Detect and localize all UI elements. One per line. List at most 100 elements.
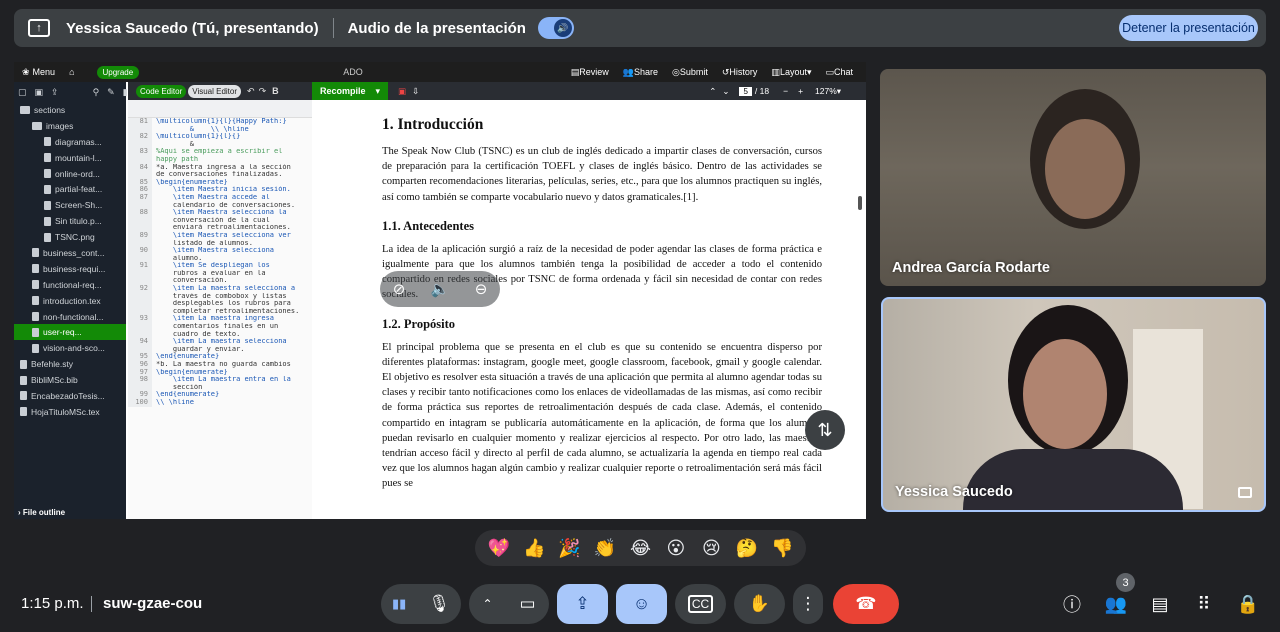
pdf-subsection-heading: 1.1. Antecedentes xyxy=(382,218,474,233)
file-tree-item[interactable]: online-ord... xyxy=(14,166,126,182)
chevron-down-icon[interactable]: ▾ xyxy=(376,86,381,97)
delete-icon[interactable]: ▮ xyxy=(123,87,128,98)
menu-button[interactable]: ❀ Menu xyxy=(22,67,55,78)
file-icon xyxy=(32,327,39,337)
chat-icon[interactable]: ▤ xyxy=(1147,591,1173,617)
review-icon: ▤ xyxy=(570,66,580,77)
zoom-level[interactable]: 127%▾ xyxy=(815,86,841,97)
file-tree-item[interactable]: business_cont... xyxy=(14,245,126,261)
reaction-emoji[interactable]: 😮 xyxy=(662,538,690,559)
pdf-preview[interactable]: 1. Introducción The Speak Now Club (TSNC… xyxy=(312,100,866,519)
search-icon[interactable]: ⚲ xyxy=(93,87,100,98)
review-button[interactable]: ▤ Review xyxy=(571,67,609,78)
scroll-sync-icon[interactable]: ⇅ xyxy=(805,410,845,450)
file-tree-item[interactable]: Sin titulo.p... xyxy=(14,213,126,229)
present-button[interactable]: ⇪ xyxy=(557,584,608,624)
page-number-input[interactable]: 5 xyxy=(739,86,752,96)
stop-presenting-button[interactable]: Detener la presentación xyxy=(1119,15,1258,41)
reaction-emoji[interactable]: 😂 xyxy=(626,538,654,559)
activities-icon[interactable]: ⠿ xyxy=(1191,591,1217,617)
next-page-icon[interactable]: ⌄ xyxy=(722,86,729,97)
file-outline-toggle[interactable]: › File outline xyxy=(18,508,65,517)
file-tree-item[interactable]: TSNC.png xyxy=(14,229,126,245)
download-pdf-icon[interactable]: ⇩ xyxy=(412,86,419,97)
file-tree-item[interactable]: Screen-Sh... xyxy=(14,197,126,213)
picture-in-picture-icon[interactable] xyxy=(1238,487,1252,498)
share-icon: 👥 xyxy=(622,66,634,77)
code-editor[interactable]: Code Editor Visual Editor ↶ ↷ B 81 \multi… xyxy=(128,82,312,519)
bold-icon[interactable]: B xyxy=(272,86,279,96)
project-name[interactable]: ADO xyxy=(343,67,363,77)
meeting-code[interactable]: suw-gzae-cou xyxy=(103,595,202,612)
file-tree-item[interactable]: functional-req... xyxy=(14,277,126,293)
chat-button[interactable]: ▭ Chat xyxy=(826,67,854,78)
home-icon[interactable]: ⌂ xyxy=(69,67,74,77)
file-tree-item[interactable]: vision-and-sco... xyxy=(14,340,126,356)
reaction-emoji[interactable]: 👍 xyxy=(520,538,548,559)
reaction-emoji[interactable]: 👏 xyxy=(591,538,619,559)
line-text: \multicolumn{1}{l}{Happy Path:} xyxy=(156,118,287,125)
upgrade-button[interactable]: Upgrade xyxy=(96,65,140,79)
edit-icon[interactable]: ✎ xyxy=(107,87,115,98)
undo-icon[interactable]: ↶ xyxy=(247,86,255,97)
file-tree-folder[interactable]: images xyxy=(14,118,126,134)
file-tree-item[interactable]: EncabezadoTesis... xyxy=(14,388,126,404)
more-options-button[interactable]: ⋮ xyxy=(793,584,823,624)
reaction-emoji[interactable]: 😢 xyxy=(697,538,725,559)
code-editor-tab[interactable]: Code Editor xyxy=(136,84,187,98)
file-tree-item[interactable]: Befehle.sty xyxy=(14,356,126,372)
file-tree-label: vision-and-sco... xyxy=(43,343,105,354)
chevron-up-icon[interactable]: ⌃ xyxy=(482,597,492,611)
file-tree-label: functional-req... xyxy=(43,279,102,290)
participant-tile[interactable]: Andrea García Rodarte xyxy=(880,69,1266,286)
pdf-scrollbar[interactable] xyxy=(858,196,862,210)
presentation-audio-toggle[interactable]: 🔊 xyxy=(537,17,574,39)
file-tree-item[interactable]: business-requi... xyxy=(14,261,126,277)
file-tree-label: BibliMSc.bib xyxy=(31,375,78,386)
submit-button[interactable]: ◎ Submit xyxy=(672,67,708,78)
file-icon xyxy=(44,153,51,163)
leave-call-button[interactable]: ☎ xyxy=(833,584,899,624)
reaction-emoji[interactable]: 👎 xyxy=(768,538,796,559)
microphone-icon[interactable]: 🎙 xyxy=(428,594,450,614)
file-tree-item[interactable]: partial-feat... xyxy=(14,181,126,197)
file-tree-item[interactable]: BibliMSc.bib xyxy=(14,372,126,388)
raise-hand-button[interactable]: ✋ xyxy=(734,584,785,624)
line-number: 91 xyxy=(128,262,152,270)
speaker-icon[interactable]: 🔈 xyxy=(431,280,450,298)
previous-page-icon[interactable]: ⌃ xyxy=(709,86,716,97)
zoom-in-icon[interactable]: + xyxy=(798,86,803,96)
error-log-icon[interactable]: ▣ xyxy=(398,86,406,97)
upload-icon[interactable]: ⇪ xyxy=(51,87,59,98)
reaction-emoji[interactable]: 🎉 xyxy=(556,538,584,559)
reaction-emoji[interactable]: 💖 xyxy=(485,538,513,559)
participant-tile[interactable]: Yessica Saucedo xyxy=(881,297,1266,512)
file-tree-item[interactable]: introduction.tex xyxy=(14,293,126,309)
mute-tab-audio-icon[interactable]: ⊘ xyxy=(393,280,406,298)
file-tree-folder[interactable]: sections xyxy=(14,102,126,118)
layout-button[interactable]: ▥ Layout ▾ xyxy=(771,67,811,78)
file-tree-item[interactable]: HojaTituloMSc.tex xyxy=(14,404,126,420)
people-icon[interactable]: 👥 xyxy=(1103,591,1129,617)
share-button[interactable]: 👥 Share xyxy=(623,67,658,78)
reaction-emoji[interactable]: 🤔 xyxy=(733,538,761,559)
new-file-icon[interactable]: ▢ xyxy=(18,87,27,98)
zoom-out-icon[interactable]: − xyxy=(783,86,788,96)
new-folder-icon[interactable]: ▣ xyxy=(35,87,44,98)
menu-label: Menu xyxy=(32,67,56,77)
file-tree-item[interactable]: mountain-l... xyxy=(14,150,126,166)
history-button[interactable]: ↺ History xyxy=(722,67,758,78)
host-controls-icon[interactable]: 🔒 xyxy=(1235,591,1261,617)
meeting-details-icon[interactable]: ⓘ xyxy=(1059,591,1085,617)
redo-icon[interactable]: ↷ xyxy=(259,86,267,97)
minimize-icon[interactable]: ⊖ xyxy=(475,280,488,298)
file-tree-item[interactable]: non-functional... xyxy=(14,309,126,325)
editor-mode-toolbar: Code Editor Visual Editor ↶ ↷ B xyxy=(128,82,312,100)
reactions-button[interactable]: ☺ xyxy=(616,584,667,624)
file-tree-item[interactable]: user-req... xyxy=(14,324,126,341)
file-tree-item[interactable]: diagramas... xyxy=(14,134,126,150)
camera-icon[interactable]: ▭ xyxy=(519,594,535,614)
captions-button[interactable]: CC xyxy=(675,584,726,624)
recompile-button[interactable]: Recompile ▾ xyxy=(312,82,389,100)
visual-editor-tab[interactable]: Visual Editor xyxy=(188,84,242,98)
